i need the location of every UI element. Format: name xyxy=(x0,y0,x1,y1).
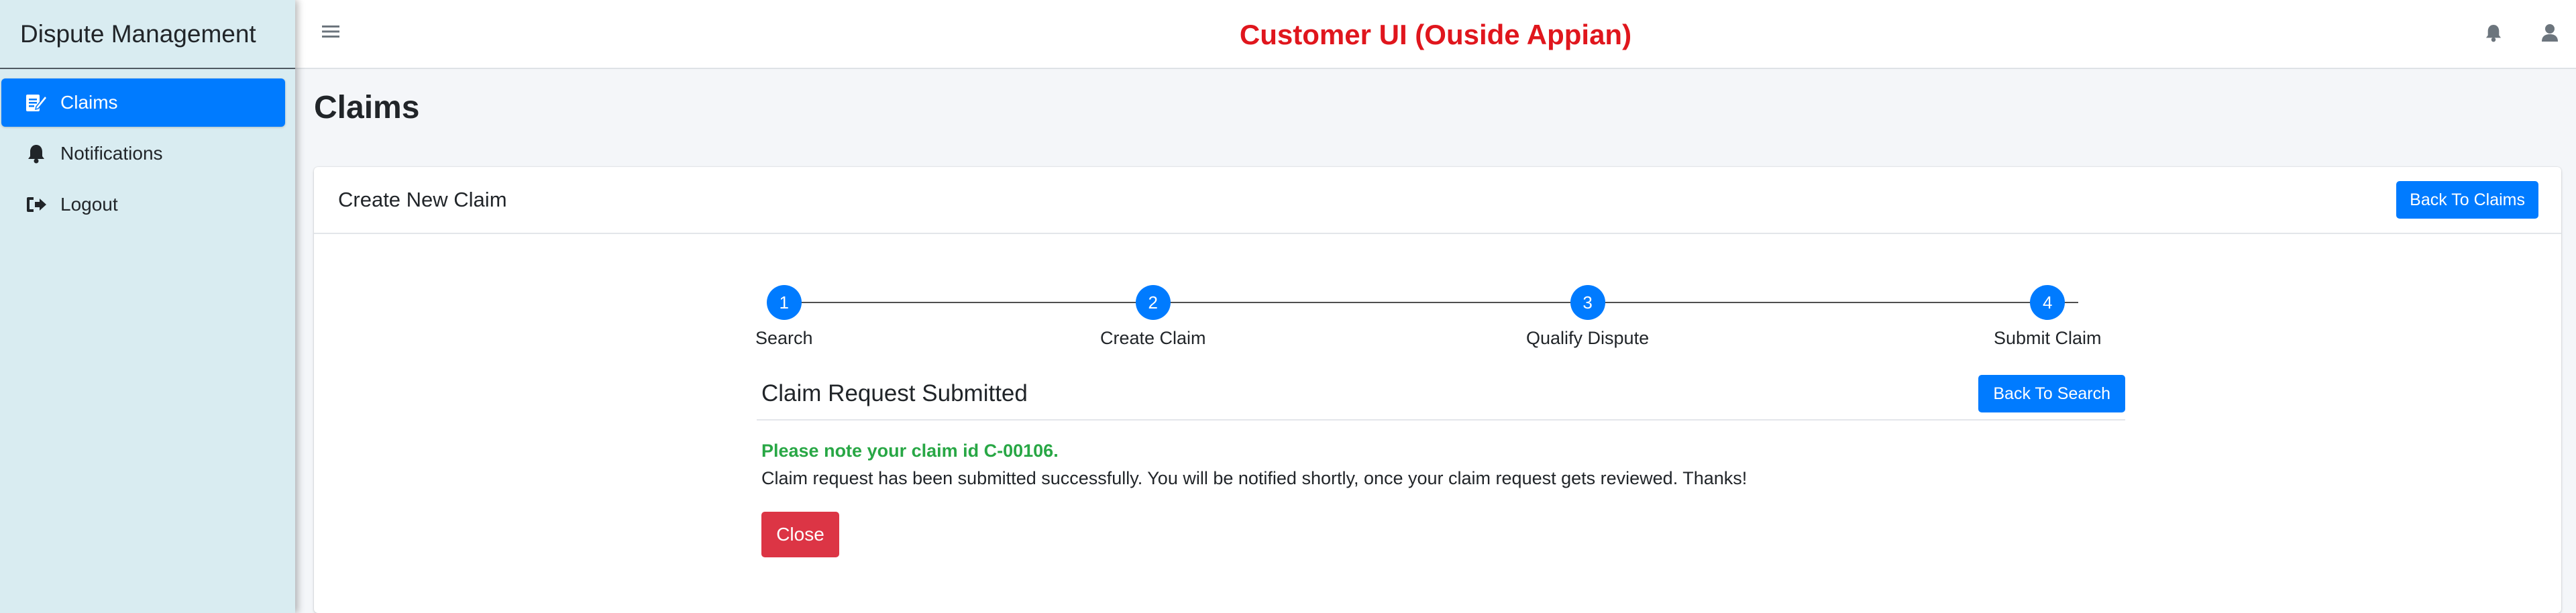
step-create-claim: 2 Create Claim xyxy=(1100,285,1206,349)
edit-document-icon xyxy=(24,91,48,115)
close-button[interactable]: Close xyxy=(761,512,839,557)
step-label: Qualify Dispute xyxy=(1526,328,1650,348)
sidebar-item-claims[interactable]: Claims xyxy=(1,78,285,127)
result-title: Claim Request Submitted xyxy=(761,380,1028,406)
card-header: Create New Claim Back To Claims xyxy=(314,167,2561,234)
back-to-search-button[interactable]: Back To Search xyxy=(1978,375,2125,412)
top-icons xyxy=(2481,20,2563,46)
step-number: 3 xyxy=(1570,285,1605,320)
claim-submitted-panel: Claim Request Submitted Back To Search P… xyxy=(757,368,2125,557)
step-qualify-dispute: 3 Qualify Dispute xyxy=(1526,285,1649,349)
back-to-claims-button[interactable]: Back To Claims xyxy=(2396,181,2538,219)
sidebar: Dispute Management Claims Notifications … xyxy=(0,0,295,613)
step-label: Create Claim xyxy=(1100,328,1206,348)
step-label: Submit Claim xyxy=(1994,328,2102,348)
sidebar-item-label: Logout xyxy=(60,194,118,215)
step-number: 4 xyxy=(2030,285,2065,320)
app-title: Customer UI (Ouside Appian) xyxy=(1239,19,1632,50)
sidebar-item-label: Claims xyxy=(60,92,118,113)
sidebar-item-label: Notifications xyxy=(60,143,163,164)
sidebar-item-logout[interactable]: Logout xyxy=(1,180,285,229)
create-claim-card: Create New Claim Back To Claims 1 Search… xyxy=(314,167,2561,613)
main-content: Claims Create New Claim Back To Claims 1… xyxy=(295,69,2576,613)
step-submit-claim: 4 Submit Claim xyxy=(1994,285,2102,349)
sign-out-icon xyxy=(24,192,48,217)
bell-icon xyxy=(24,142,48,166)
step-label: Search xyxy=(755,328,813,348)
result-header: Claim Request Submitted Back To Search xyxy=(757,368,2125,421)
sidebar-nav: Claims Notifications Logout xyxy=(0,69,295,229)
stepper-line xyxy=(784,302,2078,303)
step-search: 1 Search xyxy=(755,285,813,349)
claim-stepper: 1 Search 2 Create Claim 3 Qualify Disput… xyxy=(755,285,2125,352)
page-title: Claims xyxy=(314,90,420,125)
step-number: 1 xyxy=(766,285,802,320)
step-number: 2 xyxy=(1135,285,1171,320)
brand-title: Dispute Management xyxy=(0,0,295,69)
notifications-bell-icon[interactable] xyxy=(2481,20,2506,46)
user-profile-icon[interactable] xyxy=(2537,20,2563,46)
top-navbar: Customer UI (Ouside Appian) xyxy=(295,0,2576,69)
claim-id-note: Please note your claim id C-00106. xyxy=(761,441,1059,461)
sidebar-item-notifications[interactable]: Notifications xyxy=(1,129,285,178)
success-message: Claim request has been submitted success… xyxy=(761,468,1748,488)
card-title: Create New Claim xyxy=(338,188,507,211)
